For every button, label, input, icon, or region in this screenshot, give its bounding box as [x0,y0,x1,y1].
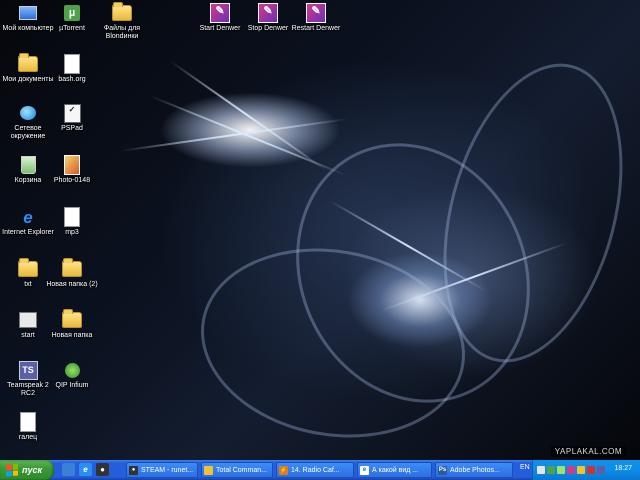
network-tray-icon[interactable] [537,466,545,474]
taskbar-button-radio[interactable]: ⚡ 14. Radio Caf... [276,462,354,478]
steam-icon[interactable]: ● [96,463,109,476]
folder-icon [112,2,132,23]
pspad-icon: ✓ [62,103,82,123]
image-file-icon [62,155,82,175]
wallpaper-lightning [119,117,348,152]
task-label: Adobe Photos... [450,466,500,474]
quick-launch: e ● [62,463,109,477]
utorrent-tray-icon[interactable] [547,466,555,474]
volume-tray-icon[interactable] [577,466,585,474]
denwer-icon: ✎ [306,3,326,23]
windows-logo-icon [6,463,18,477]
start-label: пуск [22,465,43,475]
icon-label: Restart Denwer [291,25,341,32]
watermark: YAPLAKAL.COM [550,446,626,457]
icon-label: mp3 [65,229,79,236]
document-icon [62,54,82,74]
language-indicator[interactable]: EN [520,464,530,471]
batch-file-icon [18,310,38,330]
wallpaper-lightning [169,60,327,171]
task-label: STEAM - runet... [141,466,194,474]
taskbar-button-photoshop[interactable]: Ps Adobe Photos... [435,462,513,478]
clock[interactable]: 18:27 [614,465,632,472]
icon-label: Новая папка (2) [46,281,98,288]
denwer-tray-icon[interactable] [567,466,575,474]
qip-tray-icon[interactable] [557,466,565,474]
desktop-icon-qip-infium[interactable]: QIP Infium [44,360,100,390]
desktop-icon-novaya-papka-2[interactable]: Новая папка (2) [44,258,100,289]
steam-icon: ● [129,465,138,475]
taskbar: пуск e ● ● STEAM - runet... Total Comman… [0,460,640,480]
icon-label: bash.org [58,76,86,83]
ie-icon: e [360,465,369,475]
qip-icon [62,360,82,380]
desktop-icon-mp3[interactable]: mp3 [44,207,100,237]
taskbar-button-ie[interactable]: e А какой вид ... [357,462,432,478]
task-label: 14. Radio Caf... [291,466,340,474]
icon-label: Новая папка [51,332,93,339]
icon-label: галец [18,434,38,441]
teamspeak-icon: TS [18,360,38,380]
network-icon [18,103,38,123]
ie-icon[interactable]: e [79,463,92,476]
taskbar-button-steam[interactable]: ● STEAM - runet... [126,462,198,478]
denwer-icon: ✎ [258,3,278,23]
antivirus-tray-icon[interactable] [587,466,595,474]
icon-label: µTorrent [59,25,85,32]
task-label: Total Comman... [216,466,267,474]
photoshop-icon: Ps [438,465,447,475]
desktop-icon-novaya-papka[interactable]: Новая папка [44,309,100,340]
desktop-icon-galets[interactable]: галец [0,412,56,442]
denwer-icon: ✎ [210,3,230,23]
recycle-bin-icon [18,155,38,175]
icon-label: PSPad [61,125,83,132]
folder-icon [62,258,82,279]
total-commander-icon [204,465,213,475]
desktop-icon-restart-denwer[interactable]: ✎ Restart Denwer [288,3,344,33]
desktop-icon-photo-0148[interactable]: Photo-0148 [44,155,100,185]
desktop[interactable]: Мой компьютер µ µTorrent Файлы для Blond… [0,0,640,460]
desktop-icon-fayly[interactable]: Файлы для Blondинки [94,2,150,41]
icon-label: Файлы для Blondинки [103,25,141,40]
desktop-icon-bash-org[interactable]: bash.org [44,54,100,84]
computer-icon [18,3,38,23]
folder-icon [18,258,38,279]
taskbar-button-total-commander[interactable]: Total Comman... [201,462,273,478]
folder-icon [62,309,82,330]
desktop-icon-pspad[interactable]: ✓ PSPad [44,103,100,133]
document-icon [18,412,38,432]
icon-label: Photo-0148 [53,177,91,184]
document-icon [62,207,82,227]
utorrent-icon: µ [62,3,82,23]
task-label: А какой вид ... [372,466,419,474]
ie-icon: e [23,207,33,227]
teamspeak-tray-icon[interactable] [597,466,605,474]
winamp-icon: ⚡ [279,465,288,475]
show-desktop-icon[interactable] [62,463,75,476]
folder-icon [18,53,38,74]
icon-label: QIP Infium [55,382,89,389]
desktop-icon-utorrent[interactable]: µ µTorrent [44,3,100,33]
start-button[interactable]: пуск [0,460,54,480]
system-tray: 18:27 [532,460,640,480]
